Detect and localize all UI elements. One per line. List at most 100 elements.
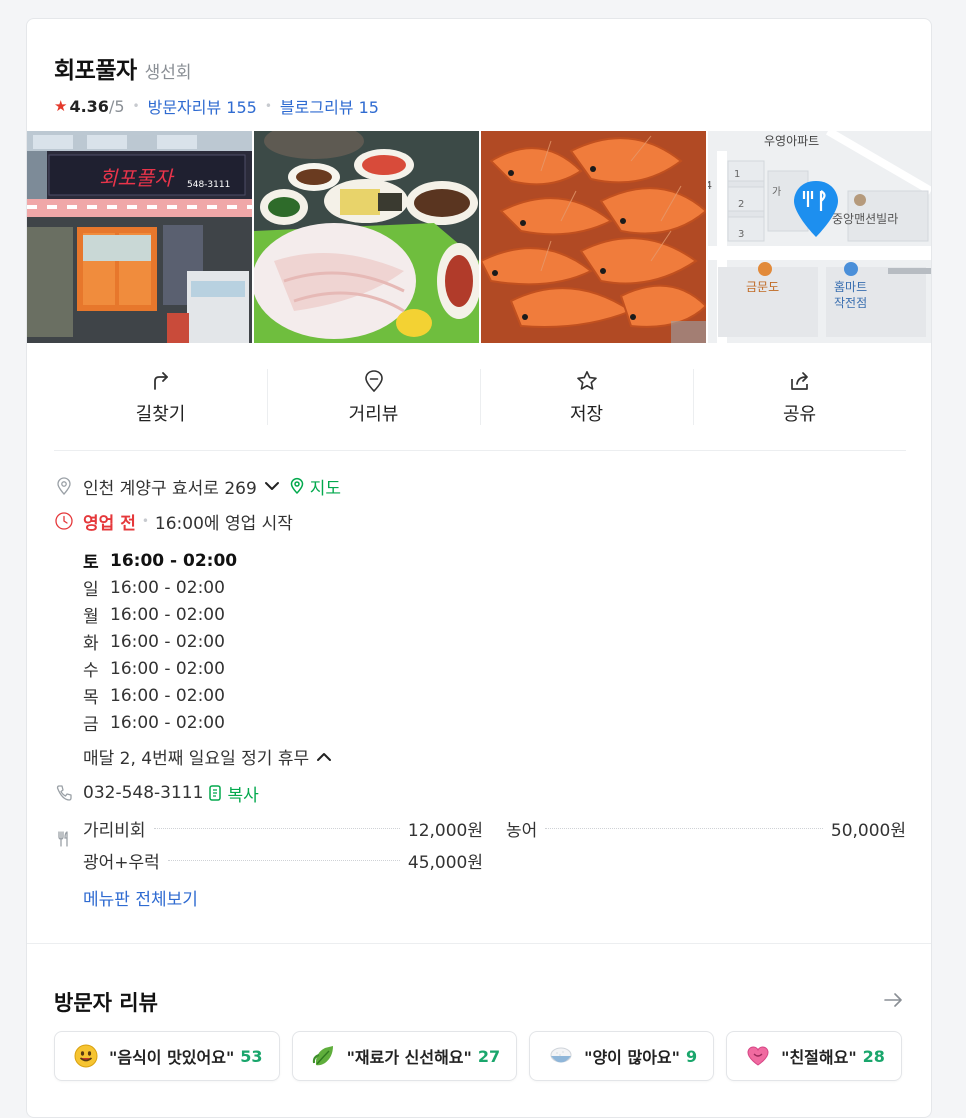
place-card: 회포풀자 생선회 ★ 4.36 /5 • 방문자리뷰 155 • 블로그리뷰 1… [26,18,932,1118]
sign-name-text: 회포풀자 [99,166,175,190]
action-bar: 길찾기 거리뷰 저장 공유 [54,359,906,451]
save-button[interactable]: 저장 [480,359,693,450]
review-chip[interactable]: "친절해요" 28 [726,1031,902,1081]
menu-item: 광어+우럭 45,000원 [83,849,483,873]
menu-item-price: 12,000원 [407,820,483,841]
map-label-number: 1 [734,169,740,180]
storefront-photo[interactable]: 회포풀자 548-3111 [27,131,252,343]
share-button[interactable]: 공유 [693,359,906,450]
status-badge: 영업 전 [83,513,136,534]
menu-section: 가리비회 12,000원 농어 50,000원 광어+우럭 45,000원 [54,817,906,873]
hours-day: 화 [83,634,99,654]
blog-reviews-link[interactable]: 블로그리뷰 15 [280,94,379,118]
hours-day: 목 [83,688,99,708]
street-view-button[interactable]: 거리뷰 [267,359,480,450]
menu-item-name: 광어+우럭 [83,852,160,873]
phone-number: 032-548-3111 [83,783,204,803]
section-divider [27,943,931,944]
menu-leader [153,827,400,829]
directions-button[interactable]: 길찾기 [54,359,267,450]
holiday-notice: 매달 2, 4번째 일요일 정기 휴무 [83,744,906,769]
map-link-label: 지도 [309,478,342,499]
hours-day: 월 [83,607,99,627]
visitor-reviews-link[interactable]: 방문자리뷰 155 [148,94,257,118]
sign-phone-text: 548-3111 [187,180,230,190]
map-thumbnail[interactable]: 우영아파트 1 2 3 4 가 중앙맨션빌라 금문도 홈마트 작전점 [708,131,931,343]
map-label-villa: 중앙맨션빌라 [832,212,898,226]
map-label-store1: 금문도 [746,280,779,294]
rating-max: /5 [108,96,125,116]
street-view-icon [364,370,383,393]
hours-time: 16:00 - 02:00 [110,604,225,625]
hours-row: 화 16:00 - 02:00 [83,628,906,655]
arrow-right-icon[interactable] [882,989,904,1011]
review-chip-text: "친절해요" [781,1048,857,1067]
save-label: 저장 [569,404,604,425]
hours-time: 16:00 - 02:00 [110,550,238,571]
menu-list: 가리비회 12,000원 농어 50,000원 광어+우럭 45,000원 [83,817,906,873]
status-detail: 16:00에 영업 시작 [154,513,293,534]
business-status-row: 영업 전 • 16:00에 영업 시작 [54,509,906,534]
separator-dot: • [264,99,272,113]
share-icon [790,372,808,390]
review-chip[interactable]: "음식이 맛있어요" 53 [54,1031,280,1081]
hours-row: 월 16:00 - 02:00 [83,601,906,628]
hours-time: 16:00 - 02:00 [110,577,225,598]
place-category: 생선회 [144,63,192,83]
hours-day: 일 [83,580,99,600]
holiday-text: 매달 2, 4번째 일요일 정기 휴무 [83,749,310,769]
directions-label: 길찾기 [135,404,186,425]
directions-icon [153,372,168,390]
clock-icon [55,512,73,530]
menu-item: 농어 50,000원 [506,817,906,841]
heart-emoji-icon [747,1046,769,1066]
review-chip[interactable]: "재료가 신선해요" 27 [291,1031,518,1081]
star-icon: ★ [54,97,68,115]
chevron-up-icon[interactable] [315,748,333,766]
review-chip[interactable]: "양이 많아요" 9 [529,1031,715,1081]
review-chip-count: 28 [862,1046,885,1066]
menu-item-price: 45,000원 [407,852,483,873]
menu-item-name: 농어 [506,820,538,841]
review-chip-count: 27 [477,1046,501,1066]
copy-phone-button[interactable]: 복사 [207,781,259,806]
phone-icon [56,785,72,801]
chevron-down-icon[interactable] [263,477,281,495]
address-row: 인천 계양구 효서로 269 지도 [54,474,906,499]
location-pin-icon [57,477,71,495]
photo-strip: 회포풀자 548-3111 우영아파트 1 2 3 가 중앙맨션빌라 금문도 홈… [27,131,931,343]
map-label-store2b: 작전점 [834,296,867,310]
map-illustration: 우영아파트 1 2 3 4 가 중앙맨션빌라 금문도 홈마트 작전점 [708,131,931,343]
separator-dot: • [132,99,140,113]
review-chip-text: "음식이 맛있어요" [109,1048,235,1067]
view-full-menu-link[interactable]: 메뉴판 전체보기 [83,885,906,910]
menu-leader [545,827,823,829]
shrimp-photo[interactable] [481,131,706,343]
storefront-illustration: 회포풀자 548-3111 [27,131,252,343]
map-label-number: 4 [708,179,712,192]
leaf-emoji-icon [312,1046,333,1066]
map-link[interactable]: 지도 [289,474,341,499]
hours-row: 수 16:00 - 02:00 [83,655,906,682]
review-chip-text: "재료가 신선해요" [346,1048,472,1067]
menu-item-name: 가리비회 [83,820,146,841]
menu-item-price: 50,000원 [830,820,906,841]
menu-item: 가리비회 12,000원 [83,817,483,841]
hours-row: 목 16:00 - 02:00 [83,682,906,709]
place-info: 인천 계양구 효서로 269 지도 영업 전 • 16:00에 영업 시작 토 … [54,474,906,910]
map-label-number: 3 [738,229,744,240]
separator-dot: • [141,514,149,528]
sashimi-photo[interactable] [254,131,479,343]
hours-row: 금 16:00 - 02:00 [83,709,906,736]
menu-leader [167,859,400,861]
share-label: 공유 [782,404,817,425]
hours-time: 16:00 - 02:00 [110,712,225,733]
reviews-section-title: 방문자 리뷰 [54,991,158,1015]
hours-day: 금 [83,715,99,735]
sashimi-illustration [254,131,479,343]
utensils-icon [58,831,68,847]
hours-time: 16:00 - 02:00 [110,685,225,706]
rating-value: 4.36 [69,96,109,116]
hours-time: 16:00 - 02:00 [110,658,225,679]
hours-row: 토 16:00 - 02:00 [83,547,906,574]
